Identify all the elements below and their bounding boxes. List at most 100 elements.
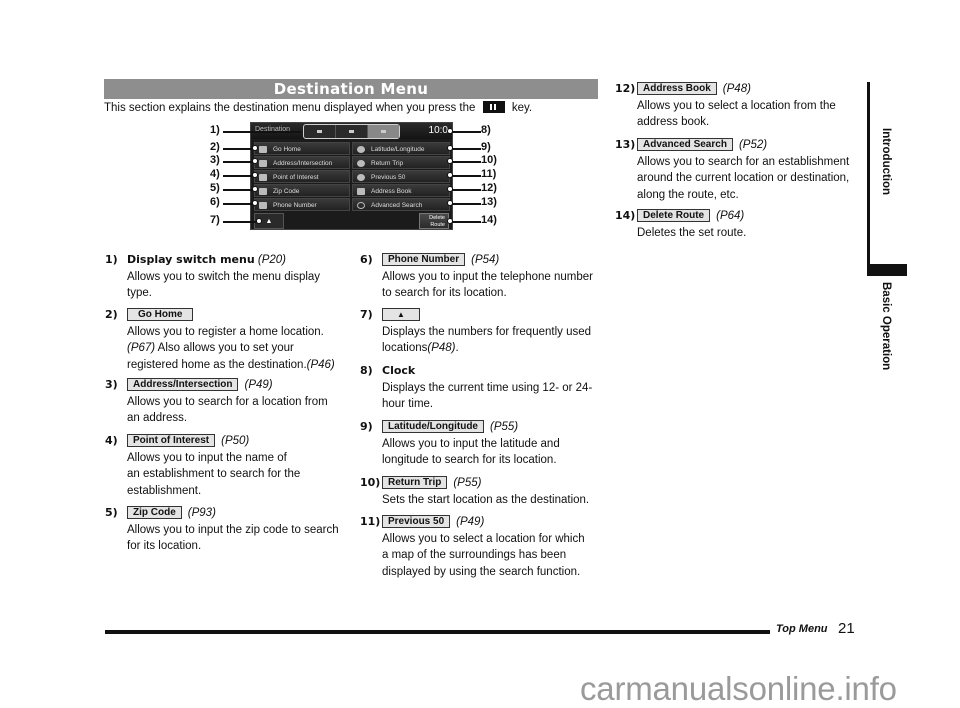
side-tab-basic-operation[interactable]: Basic Operation: [880, 282, 892, 370]
zip-icon: [259, 188, 267, 195]
screen-go-home-button[interactable]: Go Home: [254, 142, 350, 155]
callout-leader-9: [451, 148, 481, 150]
item-number: 12): [615, 82, 636, 95]
page-ref: (P55): [490, 421, 519, 433]
point-of-interest-button-label: Point of Interest: [127, 434, 216, 447]
screen-address-intersection-button[interactable]: Address/Intersection: [254, 156, 350, 169]
callout-leader-6: [223, 203, 253, 205]
item-desc: Allows you to input the zip code to sear…: [127, 523, 339, 536]
item-desc: an address.: [127, 412, 188, 424]
callout-dot-14: [447, 218, 453, 224]
item-desc: Also allows you to set your: [155, 342, 294, 354]
delete-route-line2: Route: [430, 222, 445, 228]
item-desc: Allows you to search for a location from: [127, 395, 328, 408]
item-desc: a map of the surroundings has been: [382, 549, 567, 561]
item-desc: Deletes the set route.: [637, 226, 747, 239]
item-2: 2) Go Home Allows you to register a home…: [105, 307, 350, 373]
intro-text-after: key.: [511, 102, 533, 114]
item-desc: establishment.: [127, 484, 202, 497]
previous-50-button-label: Previous 50: [382, 515, 451, 528]
screen-latitude-longitude-button[interactable]: Latitude/Longitude: [352, 142, 450, 155]
item-number: 2): [105, 308, 118, 321]
callout-dot-5: [252, 186, 258, 192]
item-desc: Allows you to select a location for whic…: [382, 532, 585, 545]
callout-dot-6: [252, 200, 258, 206]
item-number: 3): [105, 378, 118, 391]
screen-delete-route-button[interactable]: Delete Route: [419, 213, 449, 229]
callout-leader-14: [451, 221, 481, 223]
item-8: 8) Clock Displays the current time using…: [360, 363, 605, 413]
item-9: 9) Latitude/Longitude (P55) Allows you to…: [360, 419, 605, 469]
page-ref: (P67): [127, 342, 156, 354]
screen-button-label: Zip Code: [273, 188, 300, 195]
side-tab-introduction[interactable]: Introduction: [880, 128, 892, 195]
display-switch-option-3[interactable]: [368, 125, 399, 138]
page-ref: (P52): [738, 139, 768, 151]
address-book-button-label: Address Book: [637, 82, 717, 95]
callout-leader-1: [223, 131, 301, 133]
destination-menu-screenshot: Destination 10:0 Go Home Address/Interse…: [250, 122, 453, 230]
display-switch-menu[interactable]: [303, 124, 400, 139]
screen-address-book-button[interactable]: Address Book: [352, 184, 450, 197]
item-desc: Displays the current time using 12- or 2…: [382, 381, 593, 394]
callout-dot-11: [447, 172, 453, 178]
page-ref: (P55): [453, 477, 482, 489]
page-ref: (P48): [722, 83, 751, 95]
screen-previous-50-button[interactable]: Previous 50: [352, 170, 450, 183]
callout-3: 3): [210, 154, 220, 166]
screen-button-label: Address Book: [371, 188, 412, 195]
item-number: 1): [105, 253, 118, 266]
callout-leader-13: [451, 203, 481, 205]
item-number: 9): [360, 420, 373, 433]
item-7: 7) ▲ Displays the numbers for frequently…: [360, 307, 605, 357]
item-desc: Allows you to input the latitude and: [382, 437, 560, 450]
callout-dot-8: [447, 128, 453, 134]
footer-section-name: Top Menu: [776, 623, 828, 635]
callout-dot-3: [252, 158, 258, 164]
display-switch-option-2[interactable]: [336, 125, 368, 138]
screen-zip-code-button[interactable]: Zip Code: [254, 184, 350, 197]
item-desc: along the route, etc.: [637, 188, 739, 201]
item-desc: Sets the start location as the destinati…: [382, 493, 590, 506]
callout-leader-2: [223, 148, 253, 150]
item-desc: an establishment to search for the: [127, 468, 301, 480]
history-icon: [357, 174, 365, 181]
item-desc: locations: [382, 342, 428, 354]
screen-point-of-interest-button[interactable]: Point of Interest: [254, 170, 350, 183]
up-button-label: ▲: [382, 308, 420, 321]
callout-12: 12): [481, 182, 497, 194]
screen-phone-number-button[interactable]: Phone Number: [254, 198, 350, 211]
item-desc: Allows you to select a location from the: [637, 99, 836, 112]
item-desc: to search for its location.: [382, 287, 507, 299]
item-desc: Allows you to switch the menu display: [127, 270, 321, 283]
item-number: 10): [360, 476, 381, 489]
callout-dot-7: [256, 218, 262, 224]
side-tab-bar: [867, 82, 870, 269]
item-number: 7): [360, 308, 373, 321]
screen-advanced-search-button[interactable]: Advanced Search: [352, 198, 450, 211]
callout-7: 7): [210, 214, 220, 226]
display-switch-option-1[interactable]: [304, 125, 336, 138]
callout-2: 2): [210, 141, 220, 153]
latitude-longitude-button-label: Latitude/Longitude: [382, 420, 484, 433]
screen-return-trip-button[interactable]: Return Trip: [352, 156, 450, 169]
screen-button-label: Advanced Search: [371, 202, 423, 209]
callout-leader-4: [223, 175, 253, 177]
item-desc: type.: [127, 287, 152, 299]
screen-clock: 10:0: [428, 125, 448, 136]
destination-flag-key-icon: [482, 101, 505, 113]
item-title: Clock: [382, 364, 416, 377]
callout-14: 14): [481, 214, 497, 226]
globe-icon: [357, 146, 365, 153]
item-title: Display switch menu: [127, 253, 255, 266]
intro-text-before: This section explains the destination me…: [104, 102, 476, 114]
item-10: 10) Return Trip (P55) Sets the start loca…: [360, 475, 605, 508]
item-desc: Allows you to input the telephone number: [382, 270, 593, 283]
delete-route-line1: Delete: [429, 215, 445, 221]
phone-icon: [259, 202, 267, 209]
callout-leader-12: [451, 189, 481, 191]
zip-code-button-label: Zip Code: [127, 506, 182, 519]
callout-6: 6): [210, 196, 220, 208]
callout-4: 4): [210, 168, 220, 180]
search-icon: [357, 202, 365, 209]
